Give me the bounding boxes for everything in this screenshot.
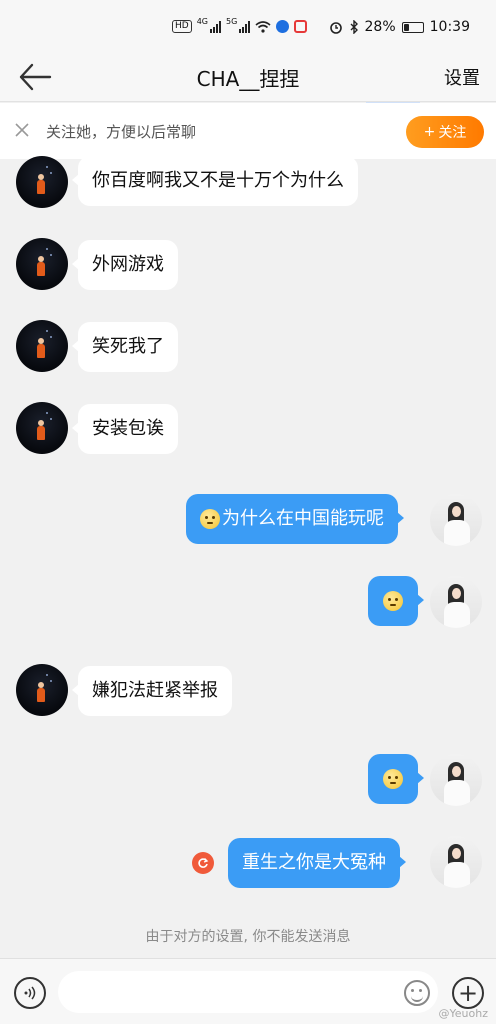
status-right: 28% 10:39: [329, 19, 470, 35]
message-input[interactable]: [58, 971, 438, 1013]
close-icon[interactable]: [14, 122, 30, 138]
voice-wave-icon: [24, 986, 36, 1000]
alarm-icon: [329, 22, 342, 34]
message-bubble-incoming[interactable]: 安装包诶: [72, 404, 178, 454]
battery-fill: [403, 23, 409, 31]
contact-avatar[interactable]: [16, 402, 68, 454]
app-notification-icon-2: [294, 20, 308, 33]
plus-icon: +: [423, 124, 436, 140]
more-options-plus-icon[interactable]: +: [452, 977, 484, 1009]
wifi-icon: [255, 20, 271, 33]
resend-icon[interactable]: [192, 852, 214, 874]
message-bubble-incoming[interactable]: 外网游戏: [72, 240, 178, 290]
message-bubble-incoming[interactable]: 你百度啊我又不是十万个为什么: [72, 156, 358, 206]
message-bubble-incoming[interactable]: 嫌犯法赶紧举报: [72, 666, 232, 716]
battery-percent: 28%: [364, 19, 396, 35]
voice-button[interactable]: [14, 977, 46, 1009]
message-bubble-outgoing[interactable]: 重生之你是大冤种: [228, 838, 406, 888]
signal-icon-2: [239, 20, 251, 33]
my-avatar[interactable]: [430, 576, 482, 628]
clock: 10:39: [429, 19, 470, 35]
contact-avatar[interactable]: [16, 238, 68, 290]
input-bar: + @Yeuohz: [0, 958, 496, 1024]
bluetooth-icon: [350, 20, 358, 34]
watermark: @Yeuohz: [438, 1007, 488, 1020]
back-arrow-icon[interactable]: [18, 62, 52, 92]
hd-badge: HD: [172, 20, 192, 33]
network-label-2: 5G: [226, 17, 238, 26]
follow-button-label: 关注: [438, 125, 467, 141]
contact-avatar[interactable]: [16, 320, 68, 372]
follow-banner: 关注她，方便以后常聊 + 关注: [0, 103, 496, 159]
chat-title: CHA__捏捏: [196, 67, 300, 91]
network-label-1: 4G: [196, 17, 208, 26]
status-bar: HD 4G 5G 28% 10:39: [0, 0, 496, 52]
emoji-picker-icon[interactable]: [404, 980, 430, 1006]
message-bubble-outgoing[interactable]: [368, 576, 424, 626]
thinking-emoji-icon: [200, 509, 220, 529]
battery-icon: [401, 21, 424, 33]
status-left: HD 4G 5G: [172, 17, 308, 33]
thinking-emoji-icon: [383, 769, 403, 789]
contact-avatar[interactable]: [16, 156, 68, 208]
message-text: 重生之你是大冤种: [242, 852, 386, 873]
contact-avatar[interactable]: [16, 664, 68, 716]
signal-icon: [210, 20, 221, 33]
my-avatar[interactable]: [430, 494, 482, 546]
app-notification-icon: [276, 20, 290, 33]
thinking-emoji-icon: [383, 591, 403, 611]
chat-header: CHA__捏捏 设置: [0, 52, 496, 102]
follow-button[interactable]: + 关注: [406, 116, 484, 148]
message-bubble-incoming[interactable]: 笑死我了: [72, 322, 178, 372]
blocked-notice: 由于对方的设置, 你不能发送消息: [145, 929, 351, 945]
message-text: 为什么在中国能玩呢: [222, 508, 384, 529]
my-avatar[interactable]: [430, 754, 482, 806]
message-bubble-outgoing[interactable]: 为什么在中国能玩呢: [186, 494, 404, 544]
my-avatar[interactable]: [430, 836, 482, 888]
settings-button[interactable]: 设置: [444, 64, 480, 90]
follow-prompt-text: 关注她，方便以后常聊: [46, 123, 197, 141]
message-bubble-outgoing[interactable]: [368, 754, 424, 804]
